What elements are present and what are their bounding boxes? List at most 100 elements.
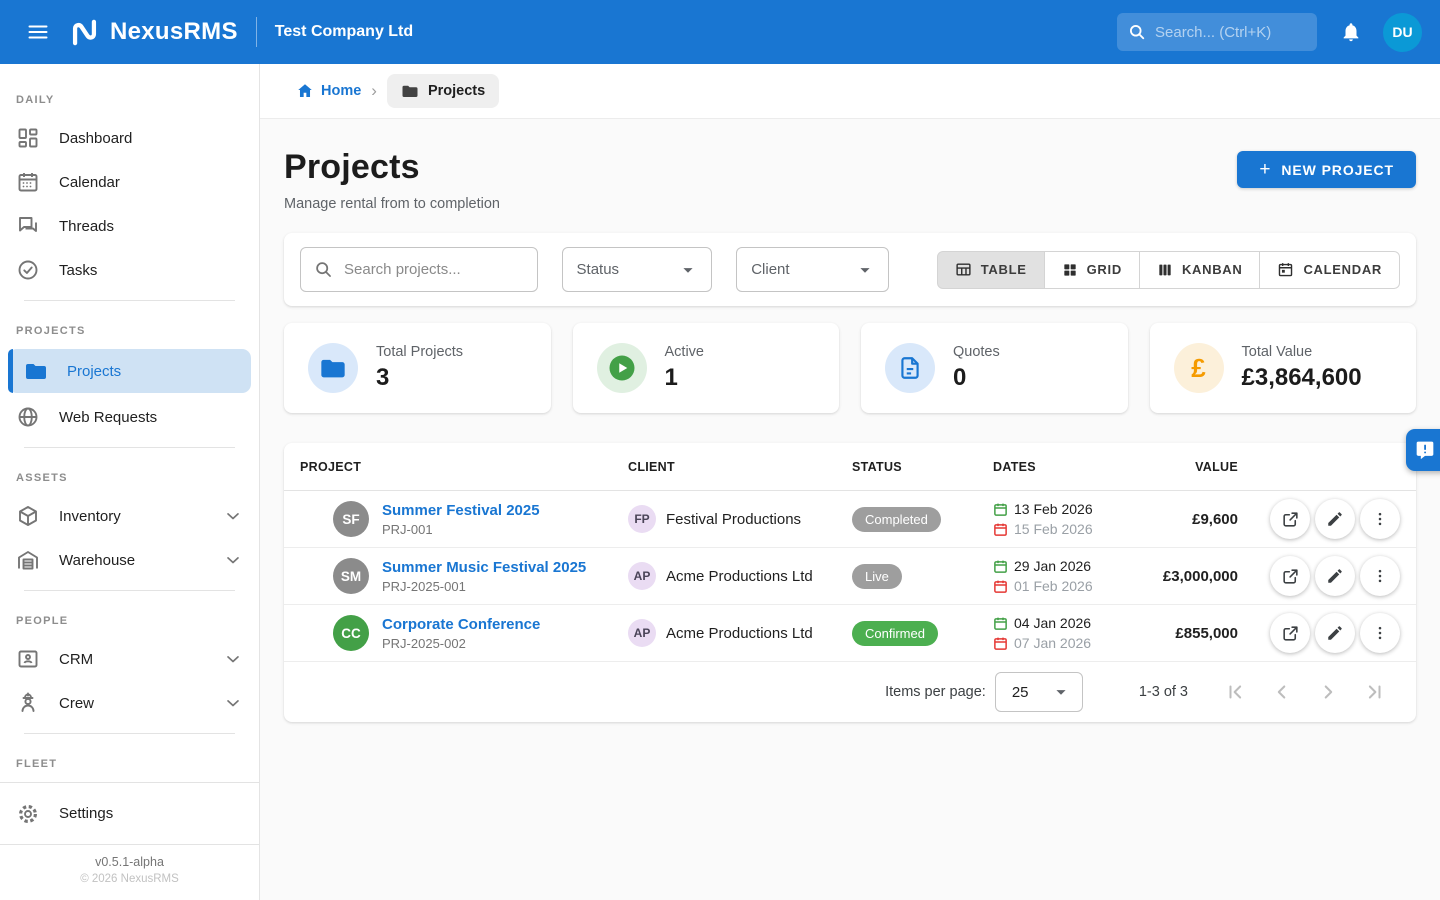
table-row[interactable]: SF Summer Festival 2025 PRJ-001 FP Festi… xyxy=(284,491,1416,548)
sidebar-item-settings[interactable]: Settings xyxy=(0,783,259,844)
col-dates: DATES xyxy=(993,460,1150,474)
sidebar-item-label: Crew xyxy=(59,695,94,712)
dropdown-arrow-icon xyxy=(854,259,876,281)
sidebar-item-projects[interactable]: Projects xyxy=(8,349,251,393)
globe-icon xyxy=(16,405,40,429)
project-search-field[interactable] xyxy=(300,247,538,292)
section-label-daily: DAILY xyxy=(0,78,259,116)
sidebar-item-web-requests[interactable]: Web Requests xyxy=(0,395,259,439)
section-label-projects: PROJECTS xyxy=(0,309,259,347)
status-badge: Completed xyxy=(852,507,941,532)
table-header: PROJECT CLIENT STATUS DATES VALUE xyxy=(284,443,1416,491)
more-actions-button[interactable] xyxy=(1360,556,1400,596)
sidebar-item-label: Projects xyxy=(67,363,121,380)
tasks-icon xyxy=(16,258,40,282)
project-name-link[interactable]: Summer Music Festival 2025 xyxy=(382,559,586,576)
stats-row: Total Projects 3 Active 1 Quotes xyxy=(284,323,1416,413)
open-project-button[interactable] xyxy=(1270,499,1310,539)
stat-label: Active xyxy=(665,344,705,360)
project-search-input[interactable] xyxy=(344,261,525,278)
edit-project-button[interactable] xyxy=(1315,556,1355,596)
section-label-people: PEOPLE xyxy=(0,599,259,637)
status-select[interactable]: Status xyxy=(562,247,713,292)
more-vert-icon xyxy=(1371,624,1389,642)
dropdown-arrow-icon xyxy=(677,259,699,281)
header-divider xyxy=(256,17,257,47)
client-avatar: AP xyxy=(628,562,656,590)
end-date-icon xyxy=(993,636,1008,651)
sidebar-item-tasks[interactable]: Tasks xyxy=(0,248,259,292)
stat-quotes: Quotes 0 xyxy=(861,323,1128,413)
view-kanban-button[interactable]: KANBAN xyxy=(1139,251,1261,289)
pencil-icon xyxy=(1326,624,1344,642)
stat-value: £3,864,600 xyxy=(1242,364,1362,392)
edit-project-button[interactable] xyxy=(1315,499,1355,539)
document-icon xyxy=(897,355,923,381)
notifications-button[interactable] xyxy=(1331,12,1371,52)
sidebar-item-calendar[interactable]: Calendar xyxy=(0,160,259,204)
edit-project-button[interactable] xyxy=(1315,613,1355,653)
menu-button[interactable] xyxy=(18,12,58,52)
filter-bar: Status Client TABLE GRID KANBAN xyxy=(284,233,1416,306)
client-name: Acme Productions Ltd xyxy=(666,625,813,642)
more-actions-button[interactable] xyxy=(1360,499,1400,539)
project-name-link[interactable]: Corporate Conference xyxy=(382,616,540,633)
calendar-view-icon xyxy=(1277,261,1294,278)
global-search-input[interactable] xyxy=(1155,24,1307,41)
play-circle-icon xyxy=(607,353,637,383)
project-avatar: SM xyxy=(333,558,369,594)
client-name: Festival Productions xyxy=(666,511,801,528)
more-actions-button[interactable] xyxy=(1360,613,1400,653)
page-subtitle: Manage rental from to completion xyxy=(284,196,500,212)
sidebar-item-crew[interactable]: Crew xyxy=(0,681,259,725)
end-date-icon xyxy=(993,579,1008,594)
dashboard-icon xyxy=(16,126,40,150)
search-icon xyxy=(1127,22,1147,42)
status-badge: Live xyxy=(852,564,902,589)
page-title: Projects xyxy=(284,148,500,187)
previous-page-button[interactable] xyxy=(1262,672,1302,712)
breadcrumb-home-link[interactable]: Home xyxy=(296,82,361,100)
project-avatar: CC xyxy=(333,615,369,651)
sidebar-item-label: CRM xyxy=(59,651,93,668)
view-table-button[interactable]: TABLE xyxy=(937,251,1045,289)
company-name: Test Company Ltd xyxy=(275,23,413,41)
sidebar-item-warehouse[interactable]: Warehouse xyxy=(0,538,259,582)
sidebar-item-dashboard[interactable]: Dashboard xyxy=(0,116,259,160)
open-in-new-icon xyxy=(1281,567,1300,586)
client-name: Acme Productions Ltd xyxy=(666,568,813,585)
start-date-icon xyxy=(993,616,1008,631)
feedback-button[interactable] xyxy=(1406,429,1440,471)
first-page-button[interactable] xyxy=(1216,672,1256,712)
end-date: 07 Jan 2026 xyxy=(1014,635,1091,651)
breadcrumb-separator: › xyxy=(371,81,377,101)
view-calendar-button[interactable]: CALENDAR xyxy=(1259,251,1400,289)
client-select[interactable]: Client xyxy=(736,247,889,292)
view-grid-button[interactable]: GRID xyxy=(1044,251,1140,289)
new-project-button[interactable]: + NEW PROJECT xyxy=(1237,151,1416,188)
project-value: £855,000 xyxy=(1150,625,1238,642)
project-name-link[interactable]: Summer Festival 2025 xyxy=(382,502,540,519)
open-project-button[interactable] xyxy=(1270,556,1310,596)
sidebar-divider xyxy=(24,733,235,734)
sidebar-item-threads[interactable]: Threads xyxy=(0,204,259,248)
breadcrumb-current-chip[interactable]: Projects xyxy=(387,74,499,108)
brand-name: NexusRMS xyxy=(110,18,238,46)
project-value: £9,600 xyxy=(1150,511,1238,528)
threads-icon xyxy=(16,214,40,238)
table-row[interactable]: CC Corporate Conference PRJ-2025-002 AP … xyxy=(284,605,1416,662)
stat-label: Total Projects xyxy=(376,344,463,360)
sidebar-item-inventory[interactable]: Inventory xyxy=(0,494,259,538)
next-page-button[interactable] xyxy=(1308,672,1348,712)
global-search[interactable] xyxy=(1117,13,1317,51)
table-row[interactable]: SM Summer Music Festival 2025 PRJ-2025-0… xyxy=(284,548,1416,605)
app-version: v0.5.1-alpha xyxy=(0,855,259,869)
open-in-new-icon xyxy=(1281,624,1300,643)
page-size-select[interactable]: 25 xyxy=(995,672,1083,712)
sidebar-item-crm[interactable]: CRM xyxy=(0,637,259,681)
client-avatar: FP xyxy=(628,505,656,533)
user-avatar[interactable]: DU xyxy=(1383,13,1422,52)
table-view-icon xyxy=(955,261,972,278)
open-project-button[interactable] xyxy=(1270,613,1310,653)
last-page-button[interactable] xyxy=(1354,672,1394,712)
